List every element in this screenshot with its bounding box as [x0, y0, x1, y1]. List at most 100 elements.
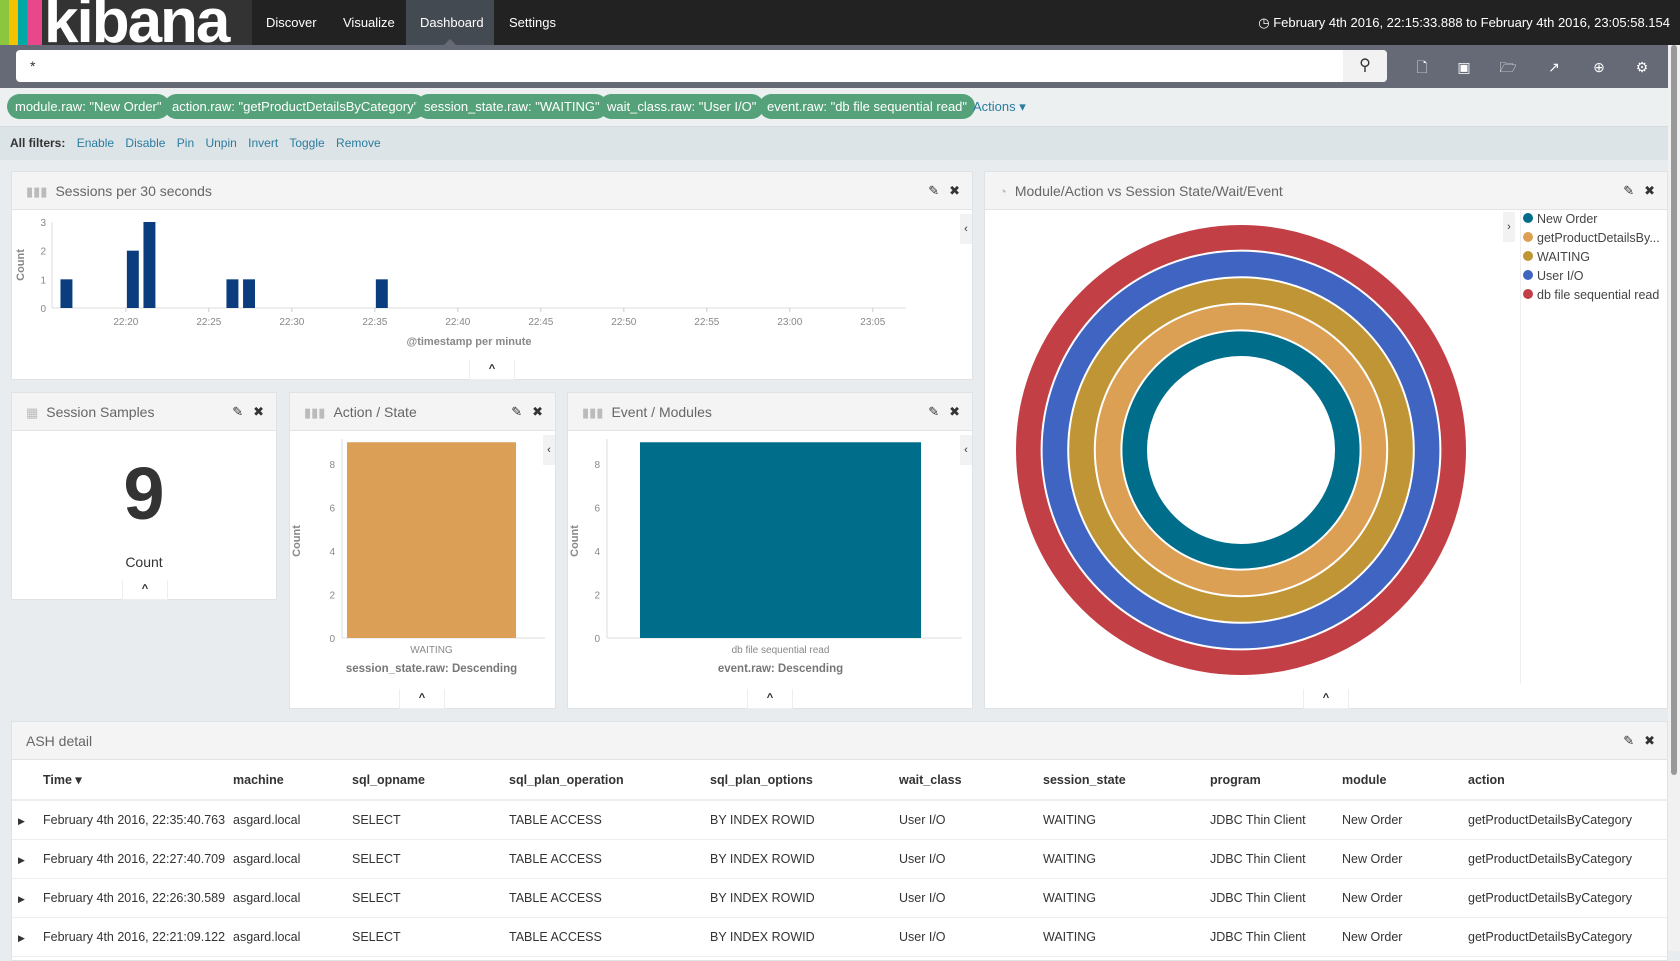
histogram-bar [226, 279, 239, 308]
new-dashboard-icon[interactable]: 🗋 [1412, 57, 1432, 77]
save-icon[interactable]: ▣ [1454, 57, 1474, 77]
close-icon[interactable]: ✖ [1644, 183, 1655, 198]
edit-icon[interactable]: ✎ [1623, 183, 1634, 198]
column-header[interactable]: wait_class [899, 760, 1043, 801]
search-input[interactable] [16, 50, 1387, 82]
column-header[interactable]: module [1342, 760, 1468, 801]
add-visualization-icon[interactable]: ⊕ [1589, 57, 1609, 77]
toggle-legend-button[interactable]: ‹ [960, 214, 972, 244]
table-cell: February 4th 2016, 22:27:40.709 [43, 839, 233, 879]
legend-item[interactable]: db file sequential read [1521, 286, 1668, 305]
search-button[interactable]: ⚲ [1343, 50, 1387, 82]
bar-chart-icon: ▮▮▮ [304, 405, 326, 420]
column-header[interactable]: session_state [1043, 760, 1210, 801]
table-row[interactable]: ▶ February 4th 2016, 22:35:40.763 asgard.l… [12, 800, 1667, 840]
expand-row-icon[interactable]: ▶ [12, 855, 25, 865]
collapse-button[interactable]: ^ [122, 580, 168, 600]
edit-icon[interactable]: ✎ [928, 404, 939, 419]
table-cell: February 4th 2016, 22:21:09.122 [43, 917, 233, 957]
panel-title: Action / State [333, 404, 417, 420]
collapse-button[interactable]: ^ [1303, 689, 1349, 709]
column-header[interactable]: sql_opname [352, 760, 509, 801]
column-header[interactable]: action [1468, 760, 1667, 801]
nav-settings[interactable]: Settings [495, 0, 570, 45]
legend-item[interactable]: New Order [1521, 210, 1668, 229]
disable-filters-link[interactable]: Disable [125, 136, 165, 150]
table-row[interactable]: ▶ February 4th 2016, 22:26:30.589 asgard.l… [12, 878, 1667, 918]
table-cell: User I/O [899, 839, 1043, 879]
x-tick-label: 22:25 [196, 317, 221, 328]
remove-filters-link[interactable]: Remove [336, 136, 381, 150]
table-cell: TABLE ACCESS [509, 800, 710, 840]
scrollbar-thumb[interactable] [1671, 45, 1677, 775]
time-picker[interactable]: ◷ February 4th 2016, 22:15:33.888 to Feb… [1258, 0, 1670, 45]
metric-value: 9 [123, 452, 165, 535]
filter-actions-dropdown[interactable]: Actions ▾ [973, 94, 1026, 119]
pie-legend: New Order getProductDetailsBy... WAITING Us… [1520, 210, 1668, 684]
expand-row-icon[interactable]: ▶ [12, 816, 25, 826]
toggle-legend-button[interactable]: ‹ [543, 435, 555, 465]
table-cell: getProductDetailsByCategory [1468, 839, 1667, 879]
settings-icon[interactable]: ⚙ [1632, 57, 1652, 77]
table-cell: SELECT [352, 800, 509, 840]
panel-session-samples: ▦ Session Samples ✎ ✖ 9 Count ^ [11, 392, 277, 600]
page-scrollbar[interactable] [1668, 45, 1680, 951]
open-icon[interactable]: 🗁 [1498, 57, 1518, 77]
column-header[interactable]: sql_plan_options [710, 760, 899, 801]
column-header[interactable]: Time ▾ [43, 760, 233, 801]
filter-pill[interactable]: module.raw: "New Order" [7, 94, 170, 119]
legend-item[interactable]: getProductDetailsBy... [1521, 229, 1668, 248]
collapse-button[interactable]: ^ [399, 689, 445, 709]
legend-item[interactable]: User I/O [1521, 267, 1668, 286]
edit-icon[interactable]: ✎ [232, 404, 243, 419]
table-cell: User I/O [899, 800, 1043, 840]
y-tick-label: 4 [329, 547, 335, 558]
toggle-legend-button[interactable]: ‹ [960, 435, 972, 465]
edit-icon[interactable]: ✎ [928, 183, 939, 198]
legend-item[interactable]: WAITING [1521, 248, 1668, 267]
table-row[interactable]: ▶ February 4th 2016, 22:27:40.709 asgard.l… [12, 839, 1667, 879]
edit-icon[interactable]: ✎ [511, 404, 522, 419]
kibana-logo[interactable]: kibana [0, 0, 252, 45]
column-header[interactable]: machine [233, 760, 352, 801]
invert-filters-link[interactable]: Invert [248, 136, 278, 150]
expand-row-icon[interactable]: ▶ [12, 894, 25, 904]
nav-discover[interactable]: Discover [252, 0, 331, 45]
toggle-legend-button[interactable]: › [1503, 212, 1515, 242]
enable-filters-link[interactable]: Enable [77, 136, 114, 150]
close-icon[interactable]: ✖ [532, 404, 543, 419]
pin-filters-link[interactable]: Pin [177, 136, 194, 150]
unpin-filters-link[interactable]: Unpin [205, 136, 236, 150]
legend-label: User I/O [1537, 269, 1584, 283]
nav-visualize[interactable]: Visualize [329, 0, 409, 45]
pie-chart-icon: ◔ [999, 184, 1007, 199]
x-axis-label: @timestamp per minute [406, 336, 531, 348]
table-row[interactable]: ▶ February 4th 2016, 22:21:09.122 asgard.l… [12, 917, 1667, 957]
panel-ash-detail: ASH detail ✎ ✖ Time ▾ machine sql_opname sql… [11, 721, 1668, 961]
expand-row-icon[interactable]: ▶ [12, 933, 25, 943]
y-tick-label: 4 [594, 547, 600, 558]
legend-label: New Order [1537, 212, 1598, 226]
table-cell: New Order [1342, 917, 1468, 957]
nav-dashboard[interactable]: Dashboard [406, 0, 494, 45]
close-icon[interactable]: ✖ [949, 404, 960, 419]
y-axis-label: Count [569, 525, 581, 557]
filter-pill[interactable]: wait_class.raw: "User I/O" [599, 94, 765, 119]
close-icon[interactable]: ✖ [253, 404, 264, 419]
table-cell: WAITING [1043, 839, 1210, 879]
close-icon[interactable]: ✖ [949, 183, 960, 198]
collapse-button[interactable]: ^ [747, 689, 793, 709]
toggle-filters-link[interactable]: Toggle [289, 136, 324, 150]
column-header[interactable]: program [1210, 760, 1342, 801]
filter-pill[interactable]: event.raw: "db file sequential read" [759, 94, 976, 119]
column-header[interactable]: sql_plan_operation [509, 760, 710, 801]
share-icon[interactable]: ↗ [1544, 57, 1564, 77]
table-cell: JDBC Thin Client [1210, 839, 1342, 879]
table-cell: asgard.local [233, 839, 352, 879]
filter-pill[interactable]: session_state.raw: "WAITING" [416, 94, 608, 119]
x-tick-label: 22:35 [362, 317, 387, 328]
filter-pill[interactable]: action.raw: "getProductDetailsByCategory… [164, 94, 427, 119]
collapse-button[interactable]: ^ [469, 360, 515, 380]
close-icon[interactable]: ✖ [1644, 733, 1655, 748]
edit-icon[interactable]: ✎ [1623, 733, 1634, 748]
